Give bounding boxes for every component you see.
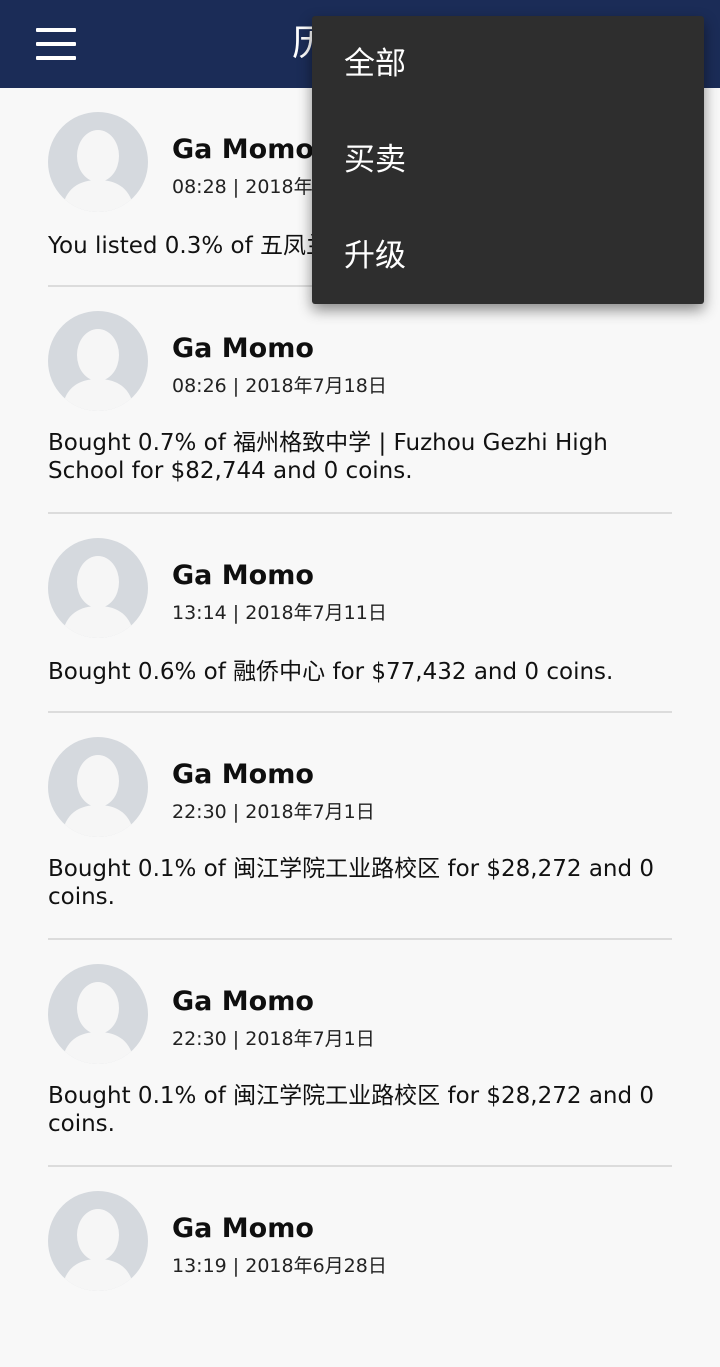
activity-text: Bought 0.6% of 融侨中心 for $77,432 and 0 co… xyxy=(48,659,614,685)
menu-item-upgrades[interactable]: 升级 xyxy=(344,208,684,304)
avatar[interactable] xyxy=(48,311,148,411)
user-name[interactable]: Ga Momo xyxy=(172,759,314,790)
default-avatar-icon xyxy=(62,1209,134,1291)
menu-icon-line xyxy=(36,42,76,46)
menu-icon-line xyxy=(36,56,76,60)
menu-icon[interactable] xyxy=(30,24,82,64)
avatar[interactable] xyxy=(48,1191,148,1291)
timestamp: 22:30 | 2018年7月1日 xyxy=(172,1028,375,1050)
list-item: Ga Momo 13:14 | 2018年7月11日 Bought 0.6% o… xyxy=(48,514,672,713)
timestamp: 13:19 | 2018年6月28日 xyxy=(172,1255,387,1277)
default-avatar-icon xyxy=(62,755,134,837)
activity-text: Bought 0.7% of 福州格致中学 | Fuzhou Gezhi Hig… xyxy=(48,430,608,484)
activity-text: Bought 0.1% of 闽江学院工业路校区 for $28,272 and… xyxy=(48,856,655,910)
user-name[interactable]: Ga Momo xyxy=(172,134,314,165)
avatar[interactable] xyxy=(48,112,148,212)
default-avatar-icon xyxy=(62,982,134,1064)
default-avatar-icon xyxy=(62,329,134,411)
avatar[interactable] xyxy=(48,964,148,1064)
default-avatar-icon xyxy=(62,130,134,212)
list-item: Ga Momo 08:26 | 2018年7月18日 Bought 0.7% o… xyxy=(48,287,672,514)
filter-dropdown-menu: 全部 买卖 升级 xyxy=(312,16,704,304)
menu-item-all[interactable]: 全部 xyxy=(344,16,684,112)
timestamp: 08:26 | 2018年7月18日 xyxy=(172,375,387,397)
avatar[interactable] xyxy=(48,737,148,837)
activity-text: Bought 0.1% of 闽江学院工业路校区 for $28,272 and… xyxy=(48,1083,655,1137)
user-name[interactable]: Ga Momo xyxy=(172,560,314,591)
menu-item-trades[interactable]: 买卖 xyxy=(344,112,684,208)
list-item: Ga Momo 13:19 | 2018年6月28日 xyxy=(48,1167,672,1367)
menu-icon-line xyxy=(36,28,76,32)
avatar[interactable] xyxy=(48,538,148,638)
default-avatar-icon xyxy=(62,556,134,638)
user-name[interactable]: Ga Momo xyxy=(172,333,314,364)
user-name[interactable]: Ga Momo xyxy=(172,1213,314,1244)
timestamp: 13:14 | 2018年7月11日 xyxy=(172,602,387,624)
timestamp: 22:30 | 2018年7月1日 xyxy=(172,801,375,823)
list-item: Ga Momo 22:30 | 2018年7月1日 Bought 0.1% of… xyxy=(48,940,672,1167)
list-item: Ga Momo 22:30 | 2018年7月1日 Bought 0.1% of… xyxy=(48,713,672,940)
user-name[interactable]: Ga Momo xyxy=(172,986,314,1017)
